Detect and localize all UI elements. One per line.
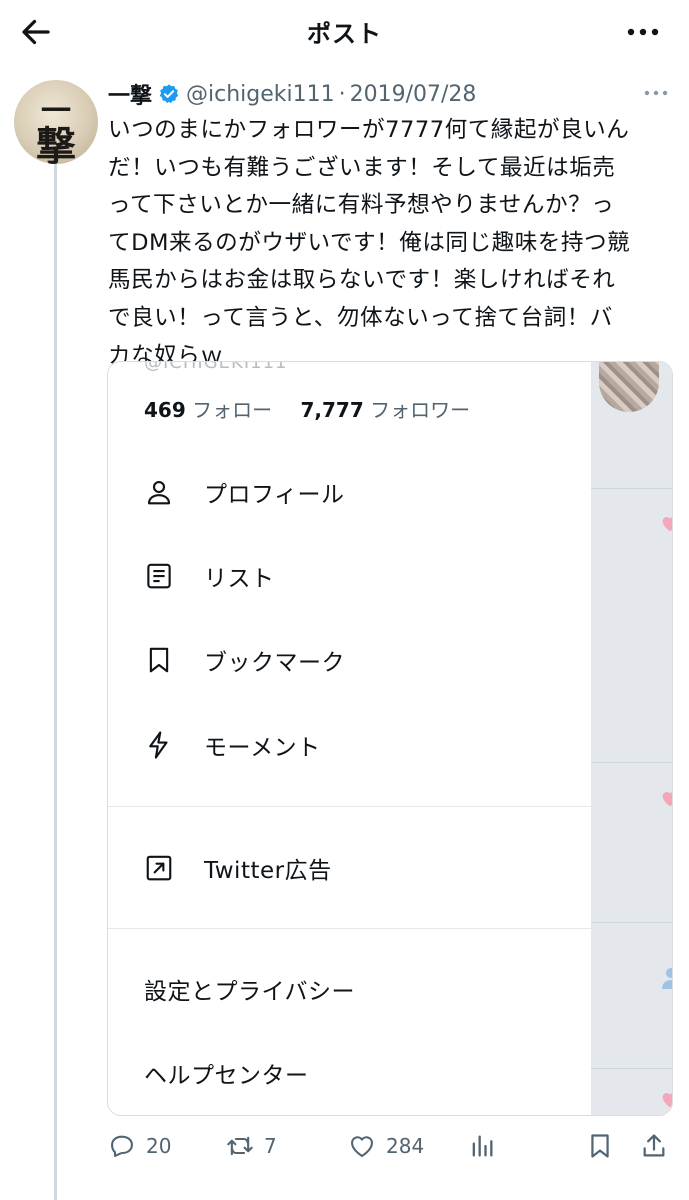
page-title: ポスト bbox=[307, 20, 382, 48]
follow-stats: 469 フォロー 7,777 フォロワー bbox=[144, 394, 492, 423]
share-icon bbox=[643, 1134, 665, 1157]
retweet-icon bbox=[227, 1136, 253, 1156]
tweet-text-line: って下さいとか一緒に有料予想やりませんか？っ bbox=[108, 192, 615, 219]
divider bbox=[591, 922, 672, 923]
tweet-text-line: 馬民からはお金は取らないです！楽しければそれ bbox=[108, 267, 616, 294]
followers-count: 7,777 bbox=[300, 398, 364, 422]
menu-item-label: プロフィール bbox=[204, 482, 345, 508]
divider bbox=[591, 1068, 672, 1069]
help-center-item: ヘルプセンター bbox=[144, 1063, 309, 1089]
tweet-date[interactable]: 2019/07/28 bbox=[350, 82, 477, 107]
separator-dot: · bbox=[338, 81, 346, 107]
share-button[interactable] bbox=[640, 1126, 678, 1166]
heart-icon bbox=[662, 517, 672, 532]
external-link-icon bbox=[146, 855, 172, 881]
following-count: 469 bbox=[144, 398, 186, 422]
menu-item-label: Twitter広告 bbox=[204, 858, 332, 884]
bookmark-icon bbox=[591, 1134, 609, 1158]
reply-icon bbox=[111, 1135, 133, 1157]
verified-badge-icon bbox=[159, 84, 179, 104]
tweet-text-line: てDM来るのがウザいです！俺は同じ趣味を持つ競 bbox=[108, 229, 631, 256]
tweet-text-line: で良い！って言うと、勿体ないって捨て台詞！バ bbox=[108, 304, 613, 331]
profile-photo-partial bbox=[599, 362, 659, 412]
menu-item-twitter-ads: Twitter広告 bbox=[144, 848, 332, 888]
thread-line bbox=[54, 150, 57, 1200]
top-bar: ポスト bbox=[0, 0, 689, 64]
views-icon bbox=[472, 1135, 493, 1157]
user-handle[interactable]: @ichigeki111 bbox=[186, 82, 335, 107]
background-timeline-strip bbox=[591, 362, 672, 1115]
menu-item-bookmarks: ブックマーク bbox=[144, 640, 345, 680]
menu-item-moments: モーメント bbox=[144, 725, 321, 765]
retweet-button[interactable]: 7 bbox=[226, 1126, 277, 1166]
divider bbox=[591, 762, 672, 763]
tweet-text: いつのまにかフォロワーが7777何て縁起が良いん だ！いつも有難うございます！そ… bbox=[108, 112, 668, 375]
views-button[interactable] bbox=[468, 1126, 506, 1166]
followers-label: フォロワー bbox=[370, 398, 471, 422]
menu-item-label: モーメント bbox=[204, 735, 321, 761]
divider bbox=[591, 488, 672, 489]
person-icon bbox=[662, 968, 672, 989]
avatar-text-bottom: 撃 bbox=[36, 123, 76, 164]
reply-count: 20 bbox=[146, 1134, 172, 1158]
menu-item-lists: リスト bbox=[144, 556, 275, 596]
like-button[interactable]: 284 bbox=[348, 1126, 424, 1166]
settings-privacy-item: 設定とプライバシー bbox=[144, 979, 356, 1005]
more-horizontal-icon[interactable] bbox=[643, 86, 669, 100]
like-count: 284 bbox=[386, 1134, 425, 1158]
heart-icon bbox=[662, 792, 672, 807]
menu-item-label: ブックマーク bbox=[204, 650, 345, 676]
more-horizontal-icon[interactable] bbox=[625, 22, 661, 42]
bookmark-icon bbox=[149, 647, 169, 673]
avatar[interactable]: 一 撃 bbox=[14, 80, 98, 164]
like-icon bbox=[351, 1136, 373, 1157]
display-name[interactable]: 一撃 bbox=[108, 78, 152, 110]
reply-button[interactable]: 20 bbox=[108, 1126, 171, 1166]
cropped-handle-text: @ICHIGEKI111 bbox=[144, 361, 288, 373]
bookmark-button[interactable] bbox=[586, 1126, 624, 1166]
tweet-text-line: だ！いつも有難うございます！そして最近は垢売 bbox=[108, 154, 616, 181]
menu-divider bbox=[108, 806, 591, 807]
following-label: フォロー bbox=[192, 398, 273, 422]
heart-icon bbox=[662, 1093, 672, 1108]
menu-divider bbox=[108, 928, 591, 929]
menu-item-label: リスト bbox=[204, 566, 275, 592]
attached-image[interactable]: @ICHIGEKI111 469 フォロー 7,777 フォロワー プロフィール… bbox=[107, 361, 673, 1116]
list-icon bbox=[147, 563, 171, 589]
lightning-icon bbox=[149, 731, 168, 759]
tweet-user-line: 一撃 @ichigeki111 · 2019/07/28 bbox=[108, 78, 476, 110]
tweet-text-line: いつのまにかフォロワーが7777何て縁起が良いん bbox=[108, 117, 630, 143]
menu-item-profile: プロフィール bbox=[144, 472, 345, 512]
retweet-count: 7 bbox=[264, 1134, 277, 1158]
tweet-actions: 20 7 284 bbox=[108, 1126, 678, 1166]
person-icon bbox=[147, 480, 171, 505]
